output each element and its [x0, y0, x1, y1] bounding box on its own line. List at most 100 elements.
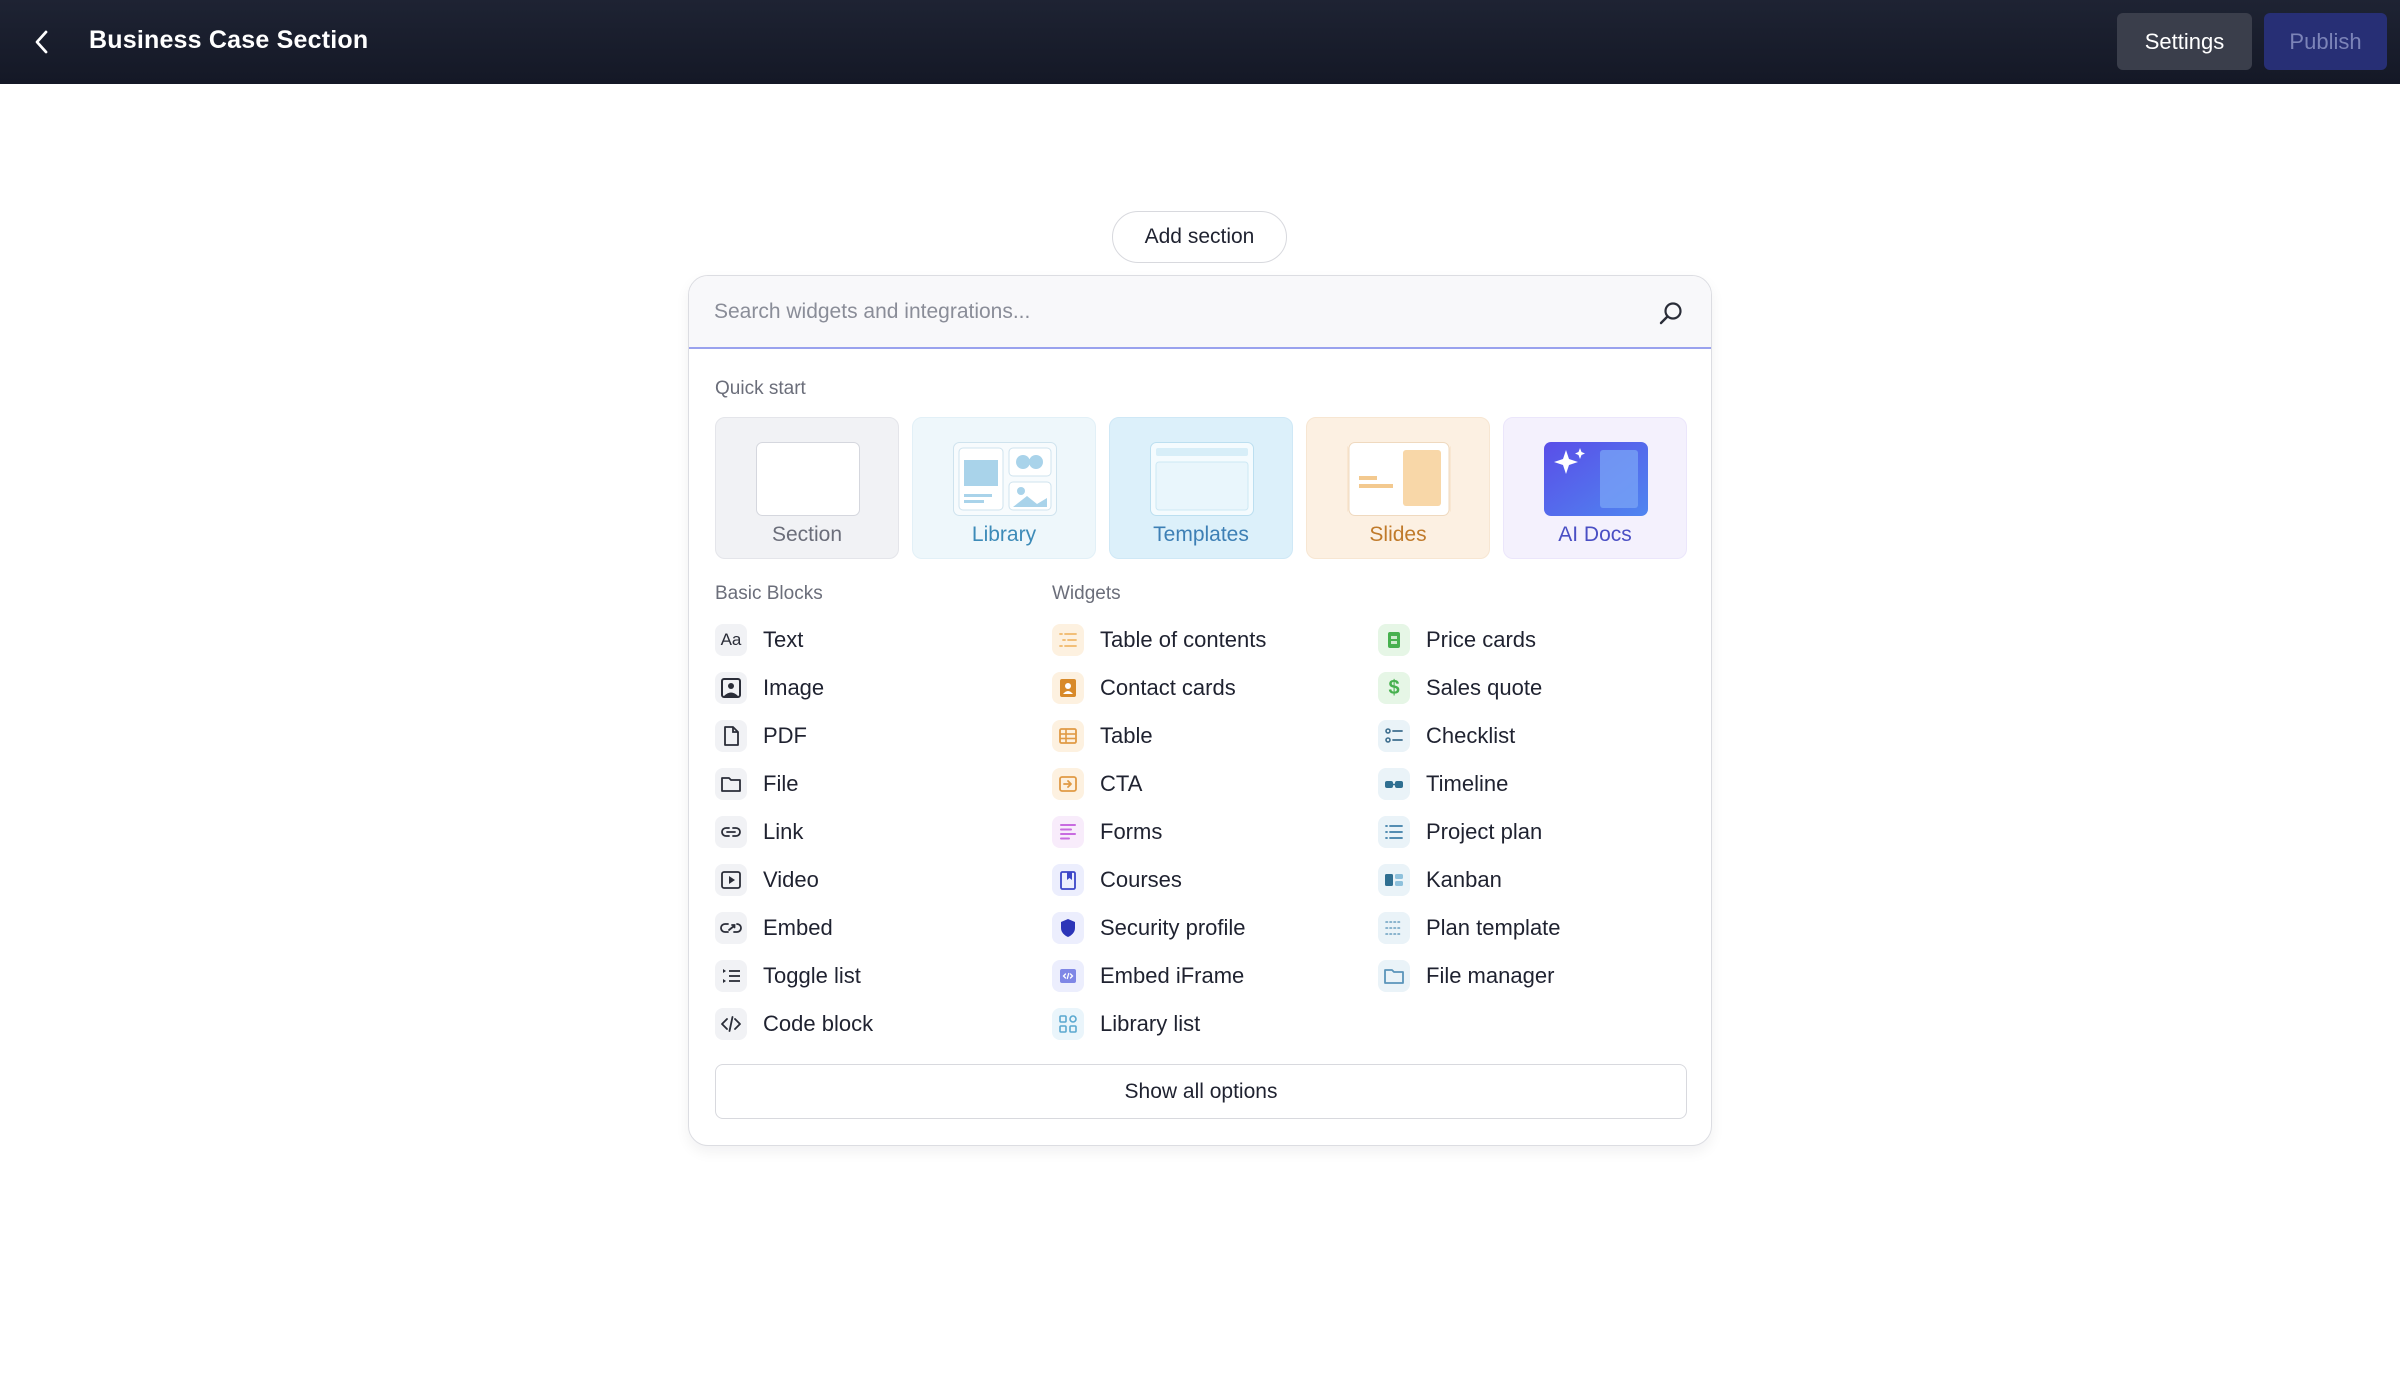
quick-start-slides[interactable]: Slides — [1306, 417, 1490, 559]
basic-block-link[interactable]: Link — [715, 812, 803, 852]
quick-start-ai-docs[interactable]: AI Docs — [1503, 417, 1687, 559]
ai-sparkle-icon — [1544, 442, 1648, 516]
widget-table[interactable]: Table — [1052, 716, 1153, 756]
basic-block-text[interactable]: Aa Text — [715, 620, 803, 660]
search-icon[interactable] — [1657, 300, 1685, 328]
folder-icon — [715, 768, 747, 800]
widget-label: Project plan — [1426, 819, 1543, 844]
search-bar — [689, 276, 1711, 349]
library-icon — [953, 442, 1057, 516]
kanban-icon — [1378, 864, 1410, 896]
slides-icon — [1347, 442, 1451, 516]
widget-label: Price cards — [1426, 627, 1537, 652]
back-button[interactable] — [22, 22, 62, 62]
widget-label: Table — [1100, 723, 1153, 748]
forms-icon — [1052, 816, 1084, 848]
widget-checklist[interactable]: Checklist — [1378, 716, 1515, 756]
basic-block-toggle-list[interactable]: Toggle list — [715, 956, 861, 996]
basic-block-label: Code block — [763, 1011, 874, 1036]
shield-icon — [1052, 912, 1084, 944]
widget-timeline[interactable]: Timeline — [1378, 764, 1508, 804]
widget-file-manager[interactable]: File manager — [1378, 956, 1554, 996]
widget-contact-cards[interactable]: Contact cards — [1052, 668, 1236, 708]
quick-start-section[interactable]: Section — [715, 417, 899, 559]
basic-blocks-label: Basic Blocks — [715, 583, 823, 604]
widget-security-profile[interactable]: Security profile — [1052, 908, 1246, 948]
image-icon — [715, 672, 747, 704]
widget-label: CTA — [1100, 771, 1143, 796]
widget-label: Forms — [1100, 819, 1163, 844]
widget-label: Sales quote — [1426, 675, 1543, 700]
cta-icon — [1052, 768, 1084, 800]
courses-icon — [1052, 864, 1084, 896]
quick-start-templates[interactable]: Templates — [1109, 417, 1293, 559]
widget-label: Plan template — [1426, 915, 1561, 940]
widget-price-cards[interactable]: Price cards — [1378, 620, 1536, 660]
widget-label: Table of contents — [1100, 627, 1267, 652]
widget-label: Checklist — [1426, 723, 1516, 748]
quick-start-section-label: Section — [771, 523, 843, 546]
toggle-list-icon — [715, 960, 747, 992]
basic-block-file[interactable]: File — [715, 764, 798, 804]
templates-icon — [1150, 442, 1254, 516]
basic-block-label: Video — [763, 867, 819, 892]
quick-start-ai-docs-label: AI Docs — [1558, 523, 1632, 546]
widget-kanban[interactable]: Kanban — [1378, 860, 1502, 900]
widget-embed-iframe[interactable]: Embed iFrame — [1052, 956, 1244, 996]
search-input[interactable] — [714, 292, 1634, 332]
basic-block-label: PDF — [763, 723, 807, 748]
basic-block-embed[interactable]: Embed — [715, 908, 833, 948]
basic-block-label: Text — [763, 627, 804, 652]
widgets-label: Widgets — [1052, 583, 1121, 604]
quick-start-label: Quick start — [715, 378, 806, 399]
basic-block-label: File — [763, 771, 799, 796]
section-icon — [756, 442, 860, 516]
widget-forms[interactable]: Forms — [1052, 812, 1162, 852]
widget-project-plan[interactable]: Project plan — [1378, 812, 1542, 852]
quick-start-library[interactable]: Library — [912, 417, 1096, 559]
dollar-icon: $ — [1378, 672, 1410, 704]
basic-block-pdf[interactable]: PDF — [715, 716, 807, 756]
widget-label: Security profile — [1100, 915, 1246, 940]
widget-label: Library list — [1100, 1011, 1201, 1036]
page-title: Business Case Section — [89, 26, 369, 54]
widget-library-list[interactable]: Library list — [1052, 1004, 1200, 1044]
contact-card-icon — [1052, 672, 1084, 704]
widget-plan-template[interactable]: Plan template — [1378, 908, 1561, 948]
publish-button[interactable]: Publish — [2264, 13, 2387, 70]
add-section-button[interactable]: Add section — [1112, 211, 1287, 263]
timeline-icon — [1378, 768, 1410, 800]
widget-cta[interactable]: CTA — [1052, 764, 1142, 804]
link-icon — [715, 816, 747, 848]
folder-icon — [1378, 960, 1410, 992]
widget-picker-panel: Quick start Section Library Templates Sl… — [688, 275, 1712, 1146]
basic-block-video[interactable]: Video — [715, 860, 819, 900]
basic-block-label: Embed — [763, 915, 833, 940]
basic-block-label: Toggle list — [763, 963, 861, 988]
widget-courses[interactable]: Courses — [1052, 860, 1182, 900]
video-icon — [715, 864, 747, 896]
top-bar: Business Case Section Settings Publish — [0, 0, 2400, 84]
code-icon — [715, 1008, 747, 1040]
pdf-icon — [715, 720, 747, 752]
chevron-left-icon — [35, 30, 48, 54]
settings-button[interactable]: Settings — [2117, 13, 2252, 70]
widget-label: Contact cards — [1100, 675, 1236, 700]
embed-icon — [715, 912, 747, 944]
widget-label: Embed iFrame — [1100, 963, 1245, 988]
quick-start-library-label: Library — [971, 523, 1037, 546]
library-list-icon — [1052, 1008, 1084, 1040]
basic-block-image[interactable]: Image — [715, 668, 824, 708]
widget-sales-quote[interactable]: $ Sales quote — [1378, 668, 1542, 708]
checklist-icon — [1378, 720, 1410, 752]
widget-label: Timeline — [1426, 771, 1509, 796]
quick-start-slides-label: Slides — [1369, 523, 1427, 546]
quick-start-templates-label: Templates — [1153, 523, 1249, 546]
plan-template-icon — [1378, 912, 1410, 944]
basic-block-code-block[interactable]: Code block — [715, 1004, 873, 1044]
table-icon — [1052, 720, 1084, 752]
show-all-options-button[interactable]: Show all options — [715, 1064, 1687, 1119]
widget-table-of-contents[interactable]: Table of contents — [1052, 620, 1266, 660]
iframe-icon — [1052, 960, 1084, 992]
widget-label: Kanban — [1426, 867, 1502, 892]
